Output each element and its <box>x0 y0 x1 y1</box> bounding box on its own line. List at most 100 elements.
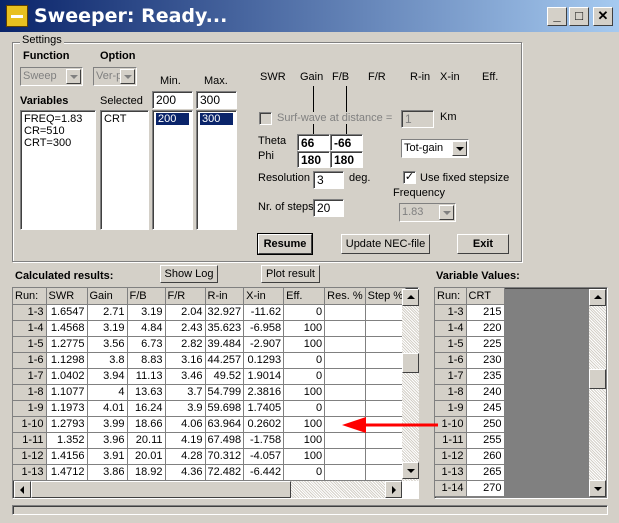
table-cell[interactable] <box>324 320 366 337</box>
table-cell[interactable] <box>365 304 407 321</box>
table-cell[interactable]: 245 <box>466 400 505 417</box>
table-cell[interactable]: 225 <box>466 336 505 353</box>
min-list[interactable]: 200 <box>152 110 193 230</box>
table-cell[interactable]: 49.52 <box>205 368 245 385</box>
table-cell[interactable]: 220 <box>466 320 505 337</box>
table-cell[interactable]: 2.82 <box>165 336 206 353</box>
list-item[interactable]: CRT <box>104 113 145 125</box>
surf-wave-input[interactable]: 1 <box>401 110 434 128</box>
table-cell[interactable]: 16.24 <box>127 400 166 417</box>
table-cell[interactable] <box>365 368 407 385</box>
table-cell[interactable]: 0.2602 <box>243 416 285 433</box>
phi-1-input[interactable]: 180 <box>297 151 330 168</box>
table-cell[interactable]: 100 <box>283 432 326 449</box>
table-cell[interactable]: 2.3816 <box>243 384 285 401</box>
table-cell[interactable]: 1.4156 <box>46 448 88 465</box>
phi-2-input[interactable]: 180 <box>330 151 363 168</box>
row-header[interactable]: 1-4 <box>435 320 467 337</box>
variables-list[interactable]: FREQ=1.83 CR=510 CRT=300 <box>20 110 96 230</box>
column-header[interactable]: Eff. <box>283 288 326 305</box>
table-row[interactable]: 1-11 255 <box>435 432 505 449</box>
table-cell[interactable]: 230 <box>466 352 505 369</box>
table-cell[interactable]: 4.28 <box>165 448 206 465</box>
table-cell[interactable]: 235 <box>466 368 505 385</box>
minimize-button[interactable]: _ <box>547 7 567 26</box>
column-header[interactable]: X-in <box>243 288 285 305</box>
table-cell[interactable]: 32.927 <box>205 304 245 321</box>
row-header[interactable]: 1-8 <box>13 384 47 401</box>
table-row[interactable]: 1-5 225 <box>435 336 505 353</box>
row-header[interactable]: 1-7 <box>13 368 47 385</box>
table-cell[interactable]: -1.758 <box>243 432 285 449</box>
table-cell[interactable]: 250 <box>466 416 505 433</box>
row-header[interactable]: 1-11 <box>13 432 47 449</box>
table-cell[interactable]: 1.4712 <box>46 464 88 481</box>
table-cell[interactable]: 20.01 <box>127 448 166 465</box>
table-cell[interactable]: 20.11 <box>127 432 166 449</box>
column-header[interactable]: Run: <box>435 288 467 305</box>
table-row[interactable]: 1-10 250 <box>435 416 505 433</box>
table-cell[interactable]: 3.96 <box>87 432 128 449</box>
max-list[interactable]: 300 <box>196 110 237 230</box>
table-cell[interactable]: 4.06 <box>165 416 206 433</box>
table-cell[interactable]: 70.312 <box>205 448 245 465</box>
column-header[interactable]: SWR <box>46 288 88 305</box>
app-icon[interactable] <box>6 5 28 27</box>
table-cell[interactable]: 1.6547 <box>46 304 88 321</box>
list-item[interactable]: FREQ=1.83 <box>24 113 92 125</box>
table-cell[interactable]: 39.484 <box>205 336 245 353</box>
table-cell[interactable]: 11.13 <box>127 368 166 385</box>
row-header[interactable]: 1-14 <box>435 480 467 497</box>
table-cell[interactable]: 265 <box>466 464 505 481</box>
chevron-down-icon[interactable] <box>439 205 454 220</box>
column-header[interactable]: Run: <box>13 288 47 305</box>
table-cell[interactable]: 18.66 <box>127 416 166 433</box>
table-cell[interactable]: 2.04 <box>165 304 206 321</box>
table-cell[interactable]: 1.2775 <box>46 336 88 353</box>
table-cell[interactable]: 100 <box>283 416 326 433</box>
row-header[interactable]: 1-12 <box>435 448 467 465</box>
table-cell[interactable]: 3.46 <box>165 368 206 385</box>
table-cell[interactable]: -6.442 <box>243 464 285 481</box>
table-cell[interactable]: 3.19 <box>127 304 166 321</box>
table-cell[interactable] <box>324 368 366 385</box>
table-row[interactable]: 1-14 270 <box>435 480 505 497</box>
vars-vscroll[interactable] <box>589 289 606 497</box>
scroll-right-button[interactable] <box>385 481 402 498</box>
table-row[interactable]: 1-8 1.1077 4 13.63 3.7 54.799 2.3816 100 <box>13 384 407 401</box>
table-cell[interactable]: -6.958 <box>243 320 285 337</box>
scroll-thumb[interactable] <box>589 369 606 389</box>
table-cell[interactable]: 3.86 <box>87 464 128 481</box>
theta-1-input[interactable]: 66 <box>297 134 330 151</box>
list-item[interactable]: CRT=300 <box>24 137 92 149</box>
table-cell[interactable]: 1.7405 <box>243 400 285 417</box>
table-row[interactable]: 1-6 1.1298 3.8 8.83 3.16 44.257 0.1293 0 <box>13 352 407 369</box>
row-header[interactable]: 1-13 <box>13 464 47 481</box>
table-cell[interactable]: 1.1077 <box>46 384 88 401</box>
table-cell[interactable]: 3.19 <box>87 320 128 337</box>
row-header[interactable]: 1-13 <box>435 464 467 481</box>
table-cell[interactable]: 4.84 <box>127 320 166 337</box>
row-header[interactable]: 1-6 <box>435 352 467 369</box>
table-cell[interactable]: 2.43 <box>165 320 206 337</box>
table-cell[interactable]: 3.7 <box>165 384 206 401</box>
table-cell[interactable]: 4.01 <box>87 400 128 417</box>
column-header[interactable]: R-in <box>205 288 245 305</box>
table-cell[interactable] <box>365 320 407 337</box>
table-cell[interactable]: 0 <box>283 400 326 417</box>
results-vscroll[interactable] <box>402 289 419 481</box>
table-cell[interactable]: 59.698 <box>205 400 245 417</box>
row-header[interactable]: 1-4 <box>13 320 47 337</box>
gain-type-select[interactable]: Tot-gain <box>401 139 469 158</box>
selected-list[interactable]: CRT <box>100 110 149 230</box>
table-row[interactable]: 1-7 1.0402 3.94 11.13 3.46 49.52 1.9014 0 <box>13 368 407 385</box>
table-cell[interactable]: 54.799 <box>205 384 245 401</box>
chevron-down-icon[interactable] <box>66 69 81 84</box>
row-header[interactable]: 1-7 <box>435 368 467 385</box>
list-item[interactable]: 300 <box>200 113 233 125</box>
table-cell[interactable]: 3.9 <box>165 400 206 417</box>
table-row[interactable]: 1-8 240 <box>435 384 505 401</box>
table-cell[interactable]: 100 <box>283 336 326 353</box>
min-input[interactable]: 200 <box>152 91 193 109</box>
scroll-thumb[interactable] <box>402 353 419 373</box>
